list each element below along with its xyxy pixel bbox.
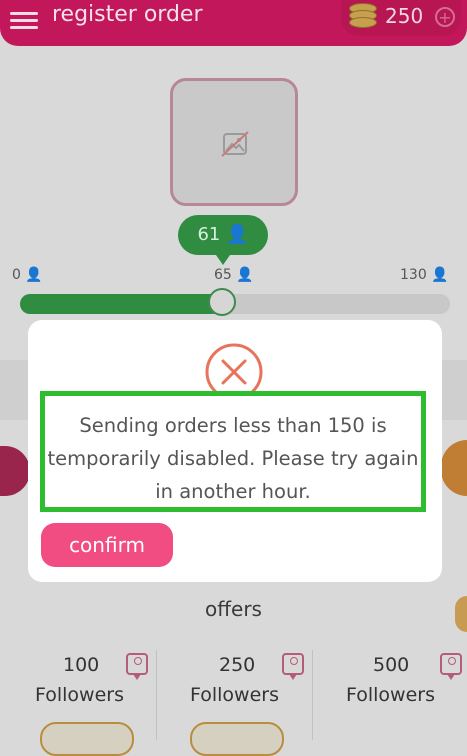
slider-min-label: 0 👤: [12, 267, 43, 283]
page-title: register order: [52, 2, 203, 27]
coin-stack-icon: [349, 3, 377, 28]
offer-card-100[interactable]: 100 Followers: [0, 650, 155, 756]
person-badge-icon: [440, 653, 462, 680]
offer-label: Followers: [35, 684, 124, 706]
left-panel-edge: [0, 360, 30, 420]
broken-image-icon: [221, 131, 249, 157]
follower-slider[interactable]: [20, 288, 450, 316]
coin-balance[interactable]: 250 +: [341, 0, 461, 36]
app-header: register order 250 +: [0, 0, 467, 46]
offer-price-pill[interactable]: [40, 722, 134, 756]
offer-card-500[interactable]: 500 Followers: [312, 650, 467, 740]
offer-label: Followers: [190, 684, 279, 706]
selected-count-bubble: 61 👤: [178, 215, 268, 265]
person-badge-icon: [126, 653, 148, 680]
hamburger-menu-icon[interactable]: [10, 8, 38, 30]
plus-circle-icon[interactable]: +: [435, 7, 455, 27]
offer-price-pill[interactable]: [190, 722, 284, 756]
right-side-button[interactable]: [441, 440, 467, 496]
left-side-button[interactable]: [0, 446, 30, 496]
slider-fill: [20, 294, 222, 314]
slider-thumb[interactable]: [208, 288, 236, 316]
confirm-button[interactable]: confirm: [41, 523, 173, 567]
offers-title: offers: [205, 597, 262, 621]
error-dialog: Sending orders less than 150 is temporar…: [28, 320, 442, 582]
offer-card-250[interactable]: 250 Followers: [156, 650, 312, 756]
offer-count: 250: [219, 654, 256, 676]
slider-max-label: 130 👤: [400, 267, 449, 283]
dialog-message: Sending orders less than 150 is temporar…: [47, 414, 419, 503]
profile-image-placeholder: [170, 78, 298, 206]
message-highlight-box: Sending orders less than 150 is temporar…: [40, 391, 426, 512]
offer-count: 100: [63, 654, 100, 676]
coin-count: 250: [385, 4, 424, 28]
slider-mid-label: 65 👤: [214, 267, 254, 283]
right-panel-edge: [441, 360, 467, 420]
offer-count: 500: [373, 654, 410, 676]
person-badge-icon: [282, 653, 304, 680]
offer-label: Followers: [346, 684, 435, 706]
